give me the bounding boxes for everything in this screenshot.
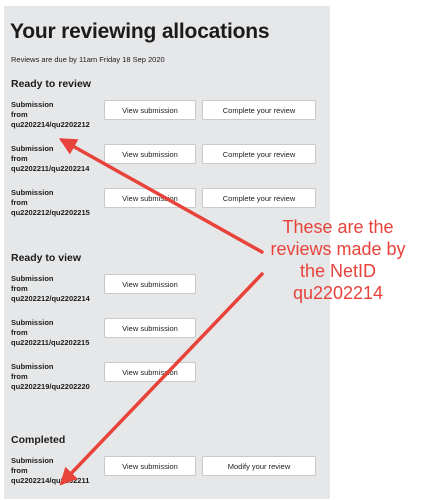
arrow-to-completed-review [59, 272, 264, 486]
annotation-callout-text: These are the reviews made by the NetID … [270, 217, 406, 303]
arrow-to-first-review [58, 138, 264, 254]
